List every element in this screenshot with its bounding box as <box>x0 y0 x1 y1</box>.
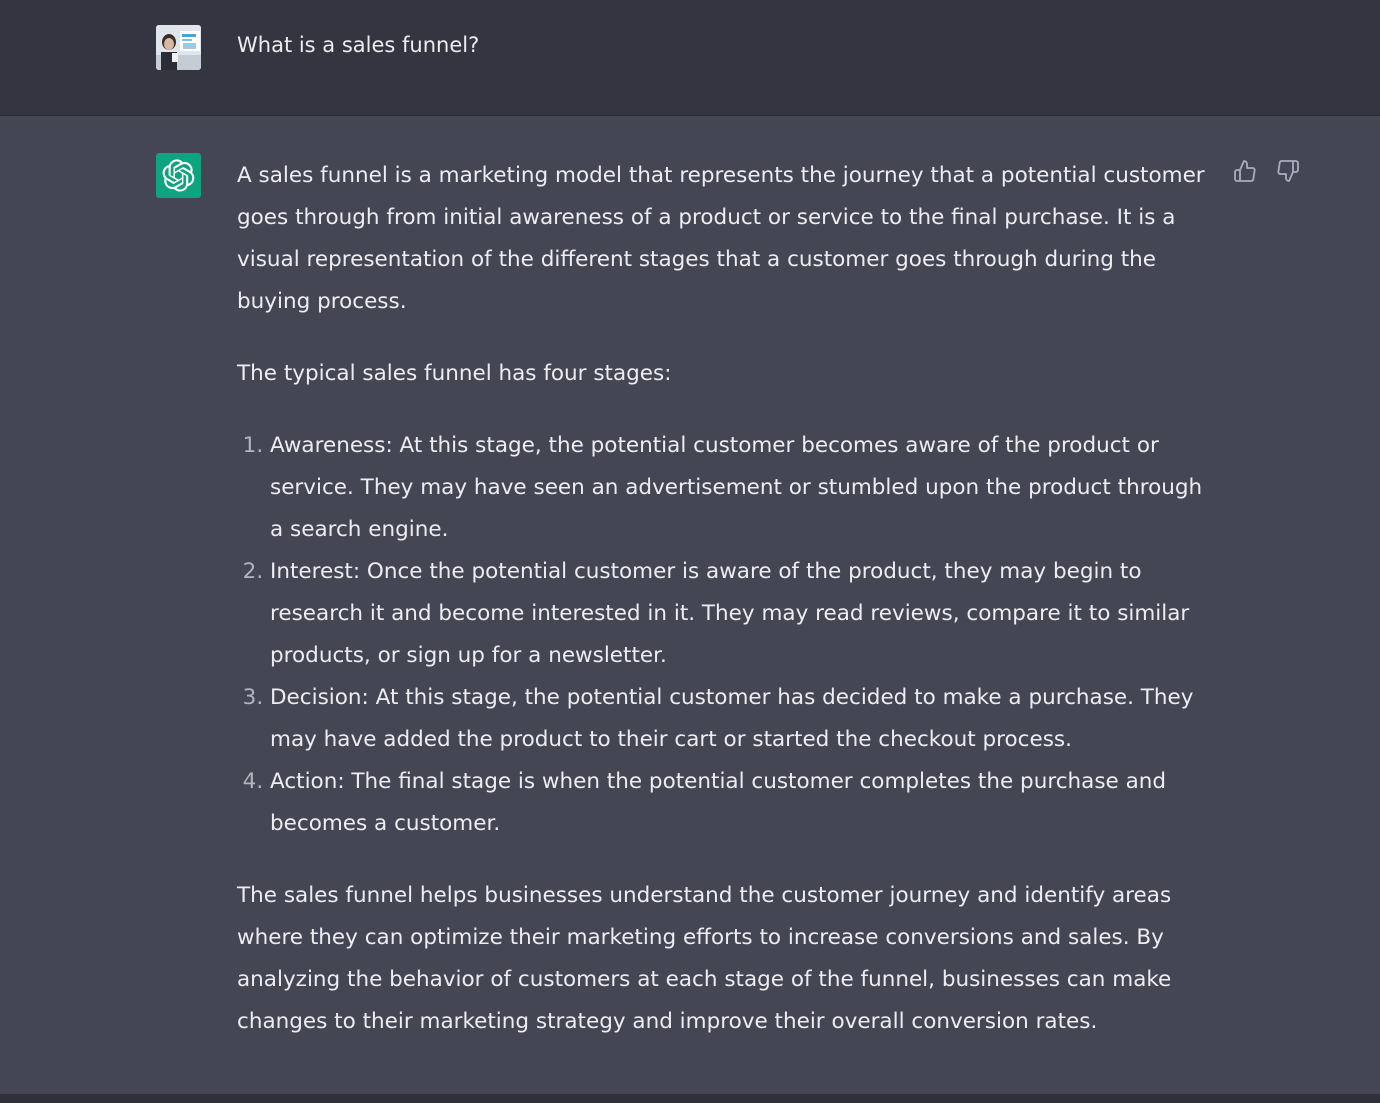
bottom-divider <box>0 1094 1380 1103</box>
list-item: Decision: At this stage, the potential c… <box>270 677 1222 761</box>
openai-logo-icon <box>156 153 201 198</box>
user-message-row: What is a sales funnel? <box>0 0 1380 116</box>
intro-paragraph: A sales funnel is a marketing model that… <box>237 163 1205 314</box>
user-avatar <box>156 25 201 70</box>
openai-logo-svg <box>162 159 195 192</box>
list-item: Action: The final stage is when the pote… <box>270 761 1222 845</box>
thumbs-up-button[interactable] <box>1232 158 1258 184</box>
thumbs-down-button[interactable] <box>1275 158 1301 184</box>
list-item: Interest: Once the potential customer is… <box>270 551 1222 677</box>
thumbs-down-icon <box>1277 160 1299 182</box>
user-avatar-image <box>156 25 201 70</box>
stages-heading: The typical sales funnel has four stages… <box>237 361 672 386</box>
assistant-message-content: A sales funnel is a marketing model that… <box>237 155 1222 1073</box>
list-item: Awareness: At this stage, the potential … <box>270 425 1222 551</box>
conclusion-paragraph: The sales funnel helps businesses unders… <box>237 883 1172 1034</box>
stages-list: Awareness: At this stage, the potential … <box>237 425 1222 845</box>
user-message-text: What is a sales funnel? <box>237 33 480 57</box>
thumbs-up-icon <box>1234 160 1256 182</box>
